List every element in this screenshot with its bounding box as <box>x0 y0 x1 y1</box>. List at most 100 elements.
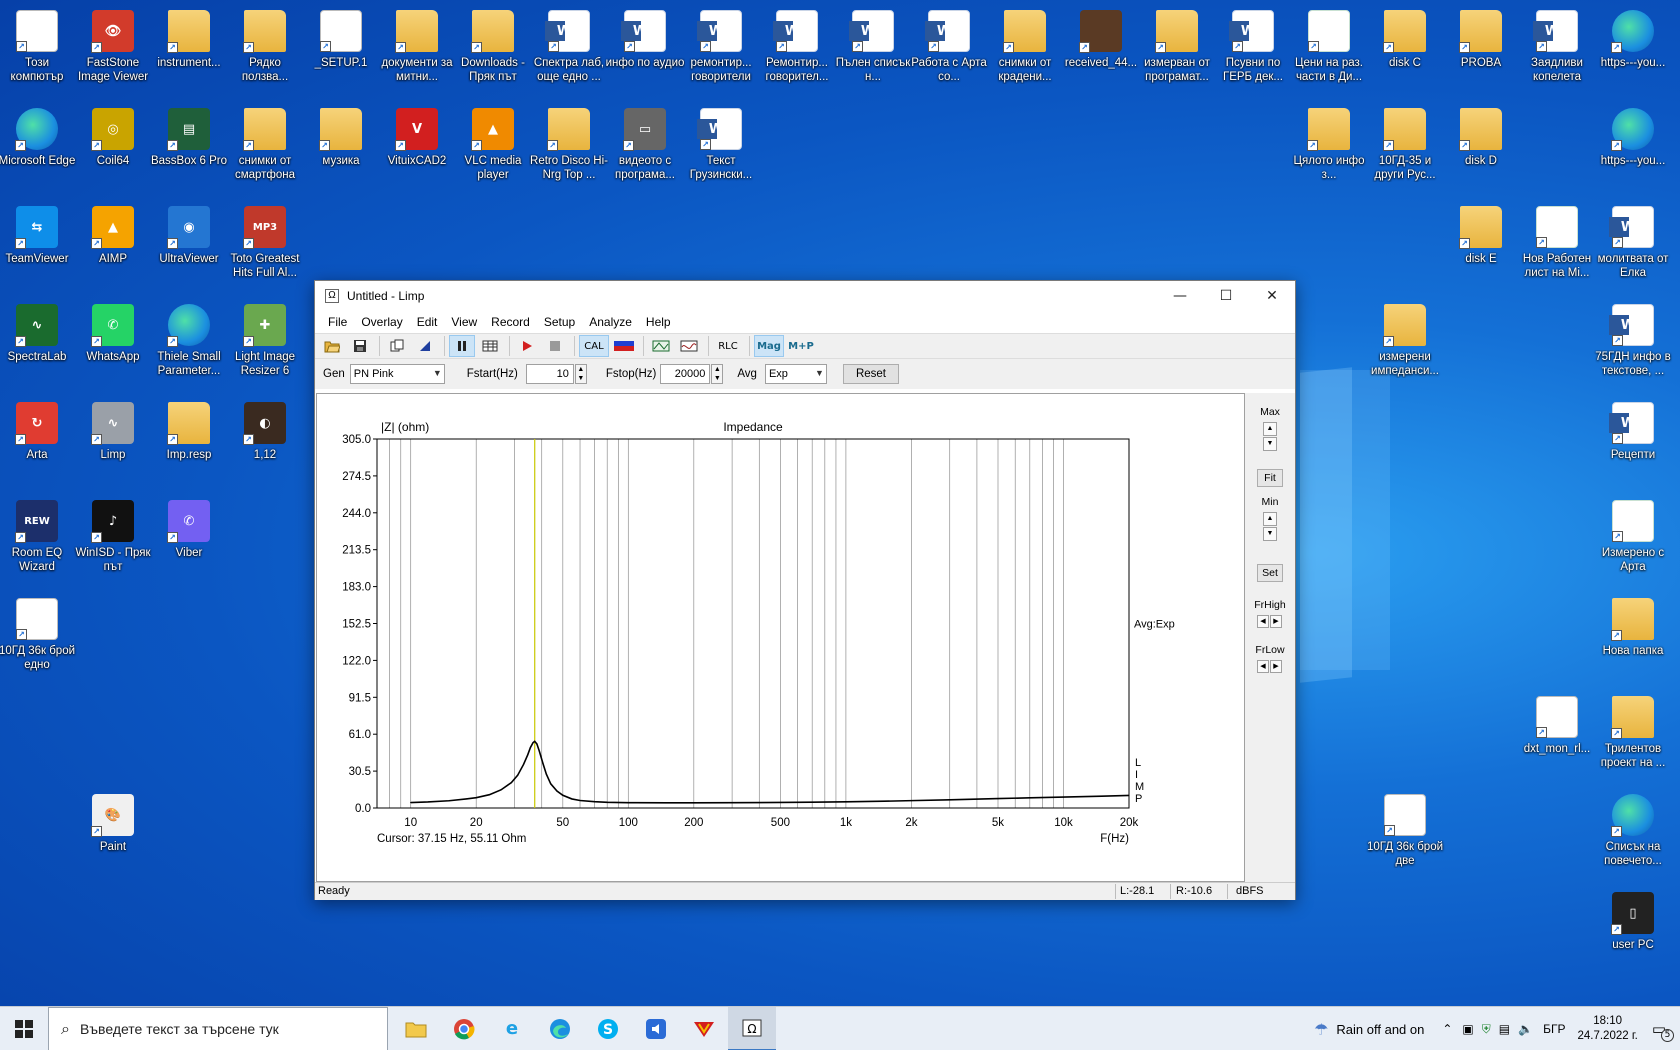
desktop-icon[interactable]: ◉ ↗ UltraViewer <box>149 200 229 294</box>
desktop-icon[interactable]: ↗ снимки от крадени... <box>985 4 1065 98</box>
chrome-icon[interactable] <box>440 1007 488 1050</box>
desktop-icon[interactable]: ▭ ↗ видеото с програма... <box>605 102 685 196</box>
frlow-right-button[interactable]: ▶ <box>1270 660 1282 673</box>
desktop-icon[interactable]: MP3 ↗ Toto Greatest Hits Full Al... <box>225 200 305 294</box>
fstop-input[interactable]: 20000 <box>660 364 711 384</box>
menu-help[interactable]: Help <box>639 315 678 329</box>
fstart-input[interactable]: 10 <box>525 364 574 384</box>
desktop-icon[interactable]: W ↗ Спектра лаб, още едно ... <box>529 4 609 98</box>
desktop-icon[interactable]: ↗ измерван от програмат... <box>1137 4 1217 98</box>
desktop-icon[interactable]: 🎨 ↗ Paint <box>73 788 153 882</box>
vituixcad-icon[interactable] <box>680 1007 728 1050</box>
desktop-icon[interactable]: ↗ Thiele Small Parameter... <box>149 298 229 392</box>
desktop-icon[interactable]: ↗ Трилентов проект на ... <box>1593 690 1673 784</box>
frlow-left-button[interactable]: ◀ <box>1257 660 1269 673</box>
desktop-icon[interactable]: W ↗ 75ГДН инфо в текстове, ... <box>1593 298 1673 392</box>
desktop-icon[interactable]: ↗ https---you... <box>1593 102 1673 196</box>
desktop-icon[interactable]: W ↗ Пълен списък н... <box>833 4 913 98</box>
desktop-icon[interactable]: ↗ Рядко ползва... <box>225 4 305 98</box>
limp-taskbar-icon[interactable]: Ω <box>728 1006 776 1050</box>
desktop-icon[interactable]: ▤ ↗ BassBox 6 Pro <box>149 102 229 196</box>
desktop-icon[interactable]: ↗ Списък на повечето... <box>1593 788 1673 882</box>
desktop-icon[interactable]: W ↗ Рецепти <box>1593 396 1673 490</box>
clock[interactable]: 18:10 24.7.2022 г. <box>1577 1014 1637 1044</box>
magnitude-button[interactable]: Mag <box>754 335 784 357</box>
table-icon[interactable] <box>477 335 503 357</box>
desktop-icon[interactable]: ✆ ↗ Viber <box>149 494 229 588</box>
desktop-icon[interactable]: ✆ ↗ WhatsApp <box>73 298 153 392</box>
desktop-icon[interactable]: ↗ снимки от смартфона <box>225 102 305 196</box>
stereo-icon[interactable] <box>611 335 637 357</box>
desktop-icon[interactable]: ∿ ↗ SpectraLab <box>0 298 77 392</box>
desktop-icon[interactable]: W ↗ молитвата от Елка <box>1593 200 1673 294</box>
menu-view[interactable]: View <box>444 315 484 329</box>
desktop-icon[interactable]: ↗ instrument... <box>149 4 229 98</box>
menu-edit[interactable]: Edit <box>410 315 445 329</box>
frhigh-left-button[interactable]: ◀ <box>1257 615 1269 628</box>
desktop-icon[interactable]: ▭ ↗ 10ГД 36к брой едно <box>0 592 77 686</box>
desktop-icon[interactable]: ▲ ↗ AIMP <box>73 200 153 294</box>
record-start-icon[interactable] <box>514 335 540 357</box>
desktop-icon[interactable]: ↗ PROBA <box>1441 4 1521 98</box>
desktop-icon[interactable]: W ↗ Псувни по ГЕРБ дек... <box>1213 4 1293 98</box>
chevron-up-icon[interactable]: ⌃ <box>1442 1022 1452 1036</box>
desktop-icon[interactable]: X ↗ Измерено с Арта <box>1593 494 1673 588</box>
desktop-icon[interactable]: ↗ disk E <box>1441 200 1521 294</box>
desktop-icon[interactable]: ♪ ↗ WinISD - Пряк път <box>73 494 153 588</box>
min-down-button[interactable]: ▼ <box>1263 527 1277 541</box>
security-tray-icon[interactable]: ⛨ <box>1482 1022 1491 1037</box>
internet-explorer-icon[interactable]: e <box>488 1007 536 1050</box>
desktop-icon[interactable]: W ↗ Работа с Арта со... <box>909 4 989 98</box>
desktop-icon[interactable]: ⇆ ↗ TeamViewer <box>0 200 77 294</box>
save-icon[interactable] <box>347 335 373 357</box>
desktop-icon[interactable]: ▲ ↗ VLC media player <box>453 102 533 196</box>
marker-icon[interactable] <box>412 335 438 357</box>
desktop-icon[interactable]: 👁 ↗ FastStone Image Viewer <box>73 4 153 98</box>
fstart-spinner[interactable]: ▲ ▼ <box>574 364 587 384</box>
menu-setup[interactable]: Setup <box>537 315 582 329</box>
desktop-icon[interactable]: ▭ ↗ 10ГД 36к брой две <box>1365 788 1445 882</box>
language-indicator[interactable]: БГР <box>1543 1022 1565 1036</box>
calibration-button[interactable]: CAL <box>579 335 609 357</box>
menu-file[interactable]: File <box>321 315 354 329</box>
desktop-icon[interactable]: ↗ disk D <box>1441 102 1521 196</box>
desktop-icon[interactable]: ↗ Microsoft Edge <box>0 102 77 196</box>
desktop-icon[interactable]: X ↗ Нов Работен лист на Mi... <box>1517 200 1597 294</box>
fit-button[interactable]: Fit <box>1257 469 1283 487</box>
record-stop-icon[interactable] <box>542 335 568 357</box>
volume-tray-icon[interactable]: 🔈 <box>1518 1022 1533 1036</box>
desktop-icon[interactable]: 🖥 ↗ Този компютър <box>0 4 77 98</box>
desktop-icon[interactable]: ↗ https---you... <box>1593 4 1673 98</box>
desktop-icon[interactable]: W ↗ Текст Грузински... <box>681 102 761 196</box>
notification-icon[interactable]: ▭ 5 <box>1652 1020 1674 1042</box>
weather-text[interactable]: Rain off and on <box>1336 1022 1424 1037</box>
desktop-icon[interactable]: ↗ 10ГД-35 и други Рус... <box>1365 102 1445 196</box>
file-explorer-icon[interactable] <box>392 1007 440 1050</box>
averaging-select[interactable]: Exp ▼ <box>764 364 827 384</box>
curve-icon[interactable] <box>676 335 702 357</box>
desktop-icon[interactable]: ↗ Imp.resp <box>149 396 229 490</box>
desktop-icon[interactable]: ↗ документи за митни... <box>377 4 457 98</box>
desktop-icon[interactable]: ↗ Downloads - Пряк път <box>453 4 533 98</box>
desktop-icon[interactable]: REW ↗ Room EQ Wizard <box>0 494 77 588</box>
frhigh-right-button[interactable]: ▶ <box>1270 615 1282 628</box>
start-button[interactable] <box>0 1007 48 1050</box>
desktop-icon[interactable]: ∿ ↗ Limp <box>73 396 153 490</box>
audio-app-icon[interactable] <box>632 1007 680 1050</box>
weather-icon[interactable]: ☂ <box>1314 1020 1328 1039</box>
edge-icon[interactable] <box>536 1007 584 1050</box>
maximize-button[interactable]: ☐ <box>1203 281 1249 311</box>
pause-icon[interactable] <box>449 335 475 357</box>
desktop-icon[interactable]: ↗ received_44... <box>1061 4 1141 98</box>
desktop-icon[interactable]: ↗ музика <box>301 102 381 196</box>
menu-overlay[interactable]: Overlay <box>354 315 409 329</box>
desktop-icon[interactable]: X ↗ Цени на раз. части в Ди... <box>1289 4 1369 98</box>
set-button[interactable]: Set <box>1257 564 1283 582</box>
title-bar[interactable]: Ω Untitled - Limp — ☐ ✕ <box>315 281 1295 311</box>
desktop-icon[interactable]: W ↗ инфо по аудио <box>605 4 685 98</box>
menu-record[interactable]: Record <box>484 315 537 329</box>
overlay-icon[interactable] <box>648 335 674 357</box>
reset-button[interactable]: Reset <box>842 364 899 384</box>
desktop-icon[interactable]: ↗ Retro Disco Hi-Nrg Top ... <box>529 102 609 196</box>
search-input[interactable]: ⌕ Въведете текст за търсене тук <box>48 1006 388 1050</box>
